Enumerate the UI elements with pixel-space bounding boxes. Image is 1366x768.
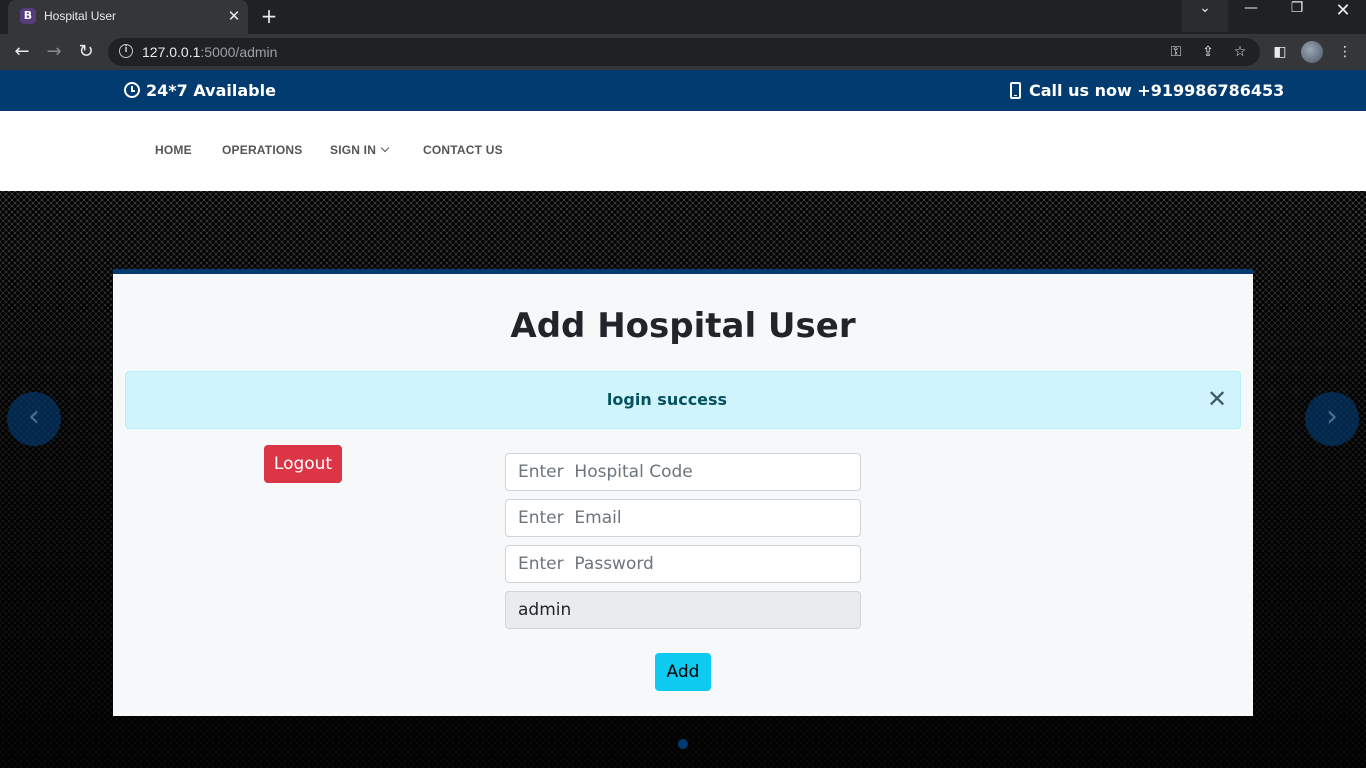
tab-title: Hospital User — [44, 9, 117, 23]
tab-close-icon[interactable]: ✕ — [226, 7, 242, 25]
success-alert: login success ✕ — [125, 371, 1241, 429]
phone-icon — [1010, 82, 1021, 99]
password-input[interactable] — [505, 545, 861, 583]
nav-item-operations[interactable]: OPERATIONS — [222, 143, 302, 157]
url-path: :5000/admin — [200, 44, 278, 60]
phone-info: Call us now +919986786453 — [1010, 81, 1284, 100]
clock-icon — [124, 82, 140, 98]
tab-search-chevron-icon[interactable]: ⌄ — [1182, 0, 1228, 32]
carousel-prev-button[interactable]: ‹ — [7, 392, 61, 446]
chevron-down-icon — [380, 143, 390, 153]
forward-arrow-icon[interactable]: → — [41, 39, 67, 65]
back-arrow-icon[interactable]: ← — [9, 39, 35, 65]
share-icon[interactable]: ⇪ — [1198, 42, 1218, 62]
restore-window-icon[interactable]: ❐ — [1274, 0, 1320, 32]
url-host: 127.0.0.1 — [142, 44, 201, 60]
carousel-indicator[interactable] — [678, 739, 688, 749]
url-text[interactable]: 127.0.0.1:5000/admin — [142, 44, 277, 60]
browser-tab[interactable]: B Hospital User ✕ — [8, 0, 248, 34]
nav-item-sign-in-label: SIGN IN — [330, 143, 377, 157]
star-icon[interactable]: ☆ — [1230, 42, 1250, 62]
browser-toolbar: ← → ↻ i 127.0.0.1:5000/admin ⚿ ⇪ ☆ ◧ ⋮ — [0, 34, 1366, 70]
kebab-menu-icon[interactable]: ⋮ — [1335, 42, 1355, 62]
availability-text: 24*7 Available — [146, 81, 276, 100]
info-icon[interactable]: i — [119, 44, 133, 58]
role-input — [505, 591, 861, 629]
key-icon[interactable]: ⚿ — [1166, 42, 1186, 62]
close-window-icon[interactable]: ✕ — [1320, 0, 1366, 32]
nav-item-contact-us[interactable]: CONTACT US — [423, 143, 503, 157]
main-nav: HOME OPERATIONS SIGN IN CONTACT US — [0, 111, 1366, 191]
add-button[interactable]: Add — [655, 653, 711, 691]
alert-message: login success — [606, 390, 728, 409]
info-bar: 24*7 Available Call us now +919986786453 — [0, 70, 1366, 111]
favicon-icon: B — [20, 8, 36, 24]
logout-button[interactable]: Logout — [264, 445, 342, 483]
close-icon[interactable]: ✕ — [1206, 387, 1228, 411]
reload-icon[interactable]: ↻ — [73, 39, 99, 65]
nav-item-sign-in[interactable]: SIGN IN — [330, 143, 390, 157]
add-user-card: Add Hospital User login success ✕ Logout… — [113, 269, 1253, 716]
profile-avatar[interactable] — [1301, 41, 1323, 63]
page-title: Add Hospital User — [510, 306, 856, 346]
phone-text: Call us now +919986786453 — [1029, 81, 1285, 100]
availability-info: 24*7 Available — [124, 81, 276, 100]
browser-tab-bar: B Hospital User ✕ + ⌄ — ❐ ✕ — [0, 0, 1366, 34]
minimize-window-icon[interactable]: — — [1228, 0, 1274, 32]
carousel-next-button[interactable]: › — [1305, 392, 1359, 446]
sidebar-icon[interactable]: ◧ — [1270, 42, 1290, 62]
address-bar[interactable]: i 127.0.0.1:5000/admin ⚿ ⇪ ☆ — [108, 38, 1260, 66]
nav-item-home[interactable]: HOME — [155, 143, 192, 157]
new-tab-button[interactable]: + — [256, 4, 282, 30]
hospital-code-input[interactable] — [505, 453, 861, 491]
email-input[interactable] — [505, 499, 861, 537]
